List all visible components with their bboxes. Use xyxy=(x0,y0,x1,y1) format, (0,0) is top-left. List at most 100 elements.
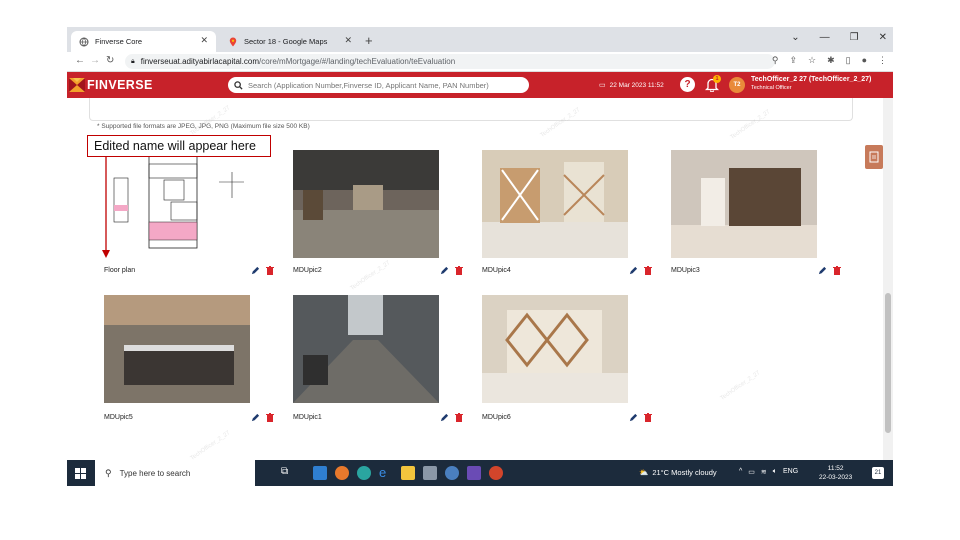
edit-pencil-icon[interactable] xyxy=(818,266,827,275)
windows-start-icon[interactable] xyxy=(75,468,86,479)
photo-thumbnail[interactable] xyxy=(293,150,439,258)
bookmark-star-icon[interactable]: ☆ xyxy=(808,55,816,66)
photo-name-label: MDUpic6 xyxy=(482,414,511,421)
interior-photo xyxy=(482,150,628,258)
edge-icon[interactable] xyxy=(357,466,371,480)
avatar[interactable]: T2 xyxy=(729,77,745,93)
chevron-down-icon[interactable]: ⌄ xyxy=(791,32,799,43)
photo-name-label: MDUpic2 xyxy=(293,267,322,274)
user-name: TechOfficer_2 27 (TechOfficer_2_27) xyxy=(751,76,872,83)
photo-name-label: Floor plan xyxy=(104,267,136,274)
zoom-icon[interactable]: ⚲ xyxy=(772,55,779,66)
watermark: TechOfficer_2_27 xyxy=(349,260,392,292)
delete-trash-icon[interactable] xyxy=(644,266,652,275)
globe-icon xyxy=(79,37,89,46)
photo-name-label: MDUpic5 xyxy=(104,414,133,421)
photo-thumbnail[interactable] xyxy=(104,295,250,403)
teams-icon[interactable] xyxy=(467,466,481,480)
system-tray: ^ ▭ ≋ 🔈︎ ENG xyxy=(739,468,798,476)
url-bar[interactable]: 🔒︎ finverseuat.adityabirlacapital.com/co… xyxy=(125,54,775,69)
slide: Finverse Core ✕ Sector 18 - Google Maps … xyxy=(0,0,960,540)
wifi-icon[interactable]: ≋ xyxy=(761,468,767,476)
tab-title: Finverse Core xyxy=(95,37,143,46)
clock-date: 22-03-2023 xyxy=(819,474,853,481)
edit-pencil-icon[interactable] xyxy=(629,413,638,422)
sidepanel-icon[interactable]: ▯ xyxy=(846,55,851,66)
document-side-button[interactable] xyxy=(865,145,883,169)
app-icon[interactable] xyxy=(445,466,459,480)
windows-taskbar: ⚲ Type here to search ⧉ e ⛅ 21°C Mostly … xyxy=(67,460,893,486)
forward-arrow-icon[interactable]: → xyxy=(90,55,100,66)
share-icon[interactable]: ⇪ xyxy=(789,55,797,66)
taskbar-search-placeholder: Type here to search xyxy=(119,468,191,478)
volume-icon[interactable]: 🔈︎ xyxy=(773,468,777,476)
minimize-icon[interactable]: — xyxy=(820,32,830,43)
page-scrollbar[interactable] xyxy=(883,98,893,460)
delete-trash-icon[interactable] xyxy=(266,266,274,275)
powerpoint-icon[interactable] xyxy=(489,466,503,480)
edit-pencil-icon[interactable] xyxy=(440,266,449,275)
delete-trash-icon[interactable] xyxy=(833,266,841,275)
delete-trash-icon[interactable] xyxy=(644,413,652,422)
language-indicator[interactable]: ENG xyxy=(783,468,798,476)
delete-trash-icon[interactable] xyxy=(455,266,463,275)
search-icon xyxy=(234,80,243,90)
annotation-arrow xyxy=(102,157,110,258)
delete-trash-icon[interactable] xyxy=(266,413,274,422)
photo-thumbnail[interactable] xyxy=(482,150,628,258)
photo-thumbnail[interactable] xyxy=(293,295,439,403)
profile-icon[interactable]: ● xyxy=(862,55,867,66)
close-icon[interactable]: ✕ xyxy=(879,32,887,43)
global-search[interactable] xyxy=(228,77,529,93)
photo-thumbnail[interactable] xyxy=(671,150,817,258)
edit-pencil-icon[interactable] xyxy=(251,413,260,422)
address-row: ← → ↻ 🔒︎ finverseuat.adityabirlacapital.… xyxy=(67,52,893,72)
ie-icon[interactable]: e xyxy=(379,466,393,480)
tab-finverse-core[interactable]: Finverse Core ✕ xyxy=(71,31,216,52)
task-view-icon[interactable]: ⧉ xyxy=(281,466,295,480)
weather-widget[interactable]: ⛅ 21°C Mostly cloudy xyxy=(639,468,717,477)
edit-pencil-icon[interactable] xyxy=(251,266,260,275)
calendar-icon: ▭ xyxy=(599,82,606,89)
weather-text: 21°C Mostly cloudy xyxy=(652,468,717,477)
delete-trash-icon[interactable] xyxy=(455,413,463,422)
restore-icon[interactable]: ❐ xyxy=(850,32,859,43)
tab-google-maps[interactable]: Sector 18 - Google Maps ✕ xyxy=(220,31,360,52)
edit-pencil-icon[interactable] xyxy=(440,413,449,422)
photo-name-label: MDUpic3 xyxy=(671,267,700,274)
battery-icon[interactable]: ▭ xyxy=(748,468,755,476)
photo-thumbnail[interactable] xyxy=(482,295,628,403)
kebab-menu-icon[interactable]: ⋮ xyxy=(878,55,887,66)
edit-pencil-icon[interactable] xyxy=(629,266,638,275)
user-role: Technical Officer xyxy=(751,85,792,91)
chrome-icon[interactable] xyxy=(335,466,349,480)
document-icon xyxy=(869,151,879,163)
annotation-callout: Edited name will appear here xyxy=(87,135,271,157)
scrollbar-thumb[interactable] xyxy=(885,293,891,433)
map-pin-icon xyxy=(229,37,237,46)
close-icon[interactable]: ✕ xyxy=(344,35,352,46)
lock-icon: 🔒︎ xyxy=(131,57,135,65)
tab-strip: Finverse Core ✕ Sector 18 - Google Maps … xyxy=(67,27,893,52)
taskbar-search[interactable]: ⚲ Type here to search xyxy=(95,460,255,486)
new-tab-plus-icon[interactable]: + xyxy=(365,33,373,48)
interior-photo xyxy=(104,295,250,403)
brand-name: FINVERSE xyxy=(87,78,153,92)
search-input[interactable] xyxy=(248,80,518,90)
file-explorer-icon[interactable] xyxy=(401,466,415,480)
outlook-icon[interactable] xyxy=(313,466,327,480)
photo-thumbnail[interactable] xyxy=(104,150,250,258)
taskbar-clock[interactable]: 11:52 22-03-2023 xyxy=(819,464,852,482)
user-info[interactable]: TechOfficer_2 27 (TechOfficer_2_27) Tech… xyxy=(751,76,871,91)
back-arrow-icon[interactable]: ← xyxy=(75,55,85,66)
notification-center-icon[interactable]: 21 xyxy=(872,467,884,479)
tab-title: Sector 18 - Google Maps xyxy=(244,37,328,46)
photo-name-label: MDUpic1 xyxy=(293,414,322,421)
extensions-puzzle-icon[interactable]: ✱ xyxy=(827,55,835,66)
help-question-icon[interactable]: ? xyxy=(680,77,695,92)
reload-icon[interactable]: ↻ xyxy=(106,55,114,66)
header-datetime: ▭ 22 Mar 2023 11:52 xyxy=(599,81,664,90)
chevron-up-icon[interactable]: ^ xyxy=(739,468,742,476)
calculator-icon[interactable] xyxy=(423,466,437,480)
close-icon[interactable]: ✕ xyxy=(200,35,208,46)
